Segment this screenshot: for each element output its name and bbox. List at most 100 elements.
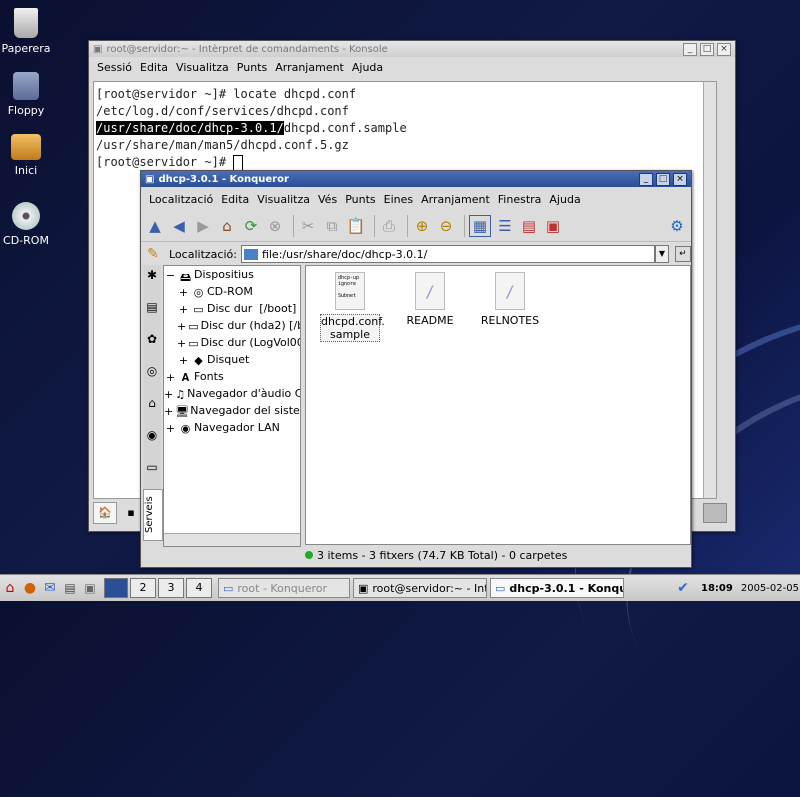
split-view-icon[interactable]: ▤: [519, 216, 539, 236]
desktop-icon-cdrom[interactable]: CD-ROM: [0, 202, 52, 247]
file-item[interactable]: / README: [400, 272, 460, 327]
maximize-icon[interactable]: □: [700, 42, 714, 56]
tree-node-disquet[interactable]: + ◆ Disquet: [164, 351, 300, 368]
close-icon[interactable]: ×: [717, 42, 731, 56]
tree-expand-icon[interactable]: +: [164, 388, 173, 401]
location-input[interactable]: file:/usr/share/doc/dhcp-3.0.1/: [240, 245, 655, 263]
network-tab-icon[interactable]: ◉: [143, 425, 161, 445]
menu-item[interactable]: Vés: [318, 193, 337, 206]
menu-item[interactable]: Arranjament: [275, 61, 344, 74]
pager-desktop[interactable]: 2: [130, 578, 156, 598]
tree-expand-icon[interactable]: +: [177, 337, 186, 350]
writer-launcher-icon[interactable]: ▤: [60, 581, 80, 595]
paste-icon[interactable]: 📋: [346, 216, 366, 236]
tree-node-cdrom[interactable]: + ◎ CD-ROM: [164, 283, 300, 300]
zoom-in-icon[interactable]: ⊕: [412, 216, 432, 236]
tree-node-disc-hda2[interactable]: +▭Disc dur (hda2) [/boot: [164, 317, 300, 334]
detail-view-icon[interactable]: ☰: [495, 216, 515, 236]
tree-node-disc-boot[interactable]: + ▭ Disc dur [/boot]: [164, 300, 300, 317]
menu-item[interactable]: Ajuda: [549, 193, 580, 206]
copy-icon[interactable]: ⧉: [322, 216, 342, 236]
kde-gear-icon[interactable]: ⚙: [667, 216, 687, 236]
menu-item[interactable]: Eines: [384, 193, 413, 206]
terminal-scrollbar[interactable]: [703, 82, 716, 498]
home-icon[interactable]: ⌂: [217, 216, 237, 236]
konsole-titlebar[interactable]: ▣ root@servidor:~ - Intèrpret de comanda…: [89, 41, 735, 57]
pager-desktop-1[interactable]: [104, 578, 128, 598]
tree-hscrollbar[interactable]: [164, 533, 300, 546]
desktop-icon-floppy[interactable]: Floppy: [0, 72, 52, 117]
tree-node-system[interactable]: +🖥Navegador del sistema d: [164, 402, 300, 419]
konsole-keyboard-icon[interactable]: [703, 503, 727, 523]
home-tab-icon[interactable]: ⌂: [143, 393, 161, 413]
tree-expand-icon[interactable]: +: [164, 422, 177, 435]
session-tab-icon[interactable]: ▪: [121, 504, 141, 522]
menu-item[interactable]: Localització: [149, 193, 213, 206]
sidebar-tab-services[interactable]: Serveis: [143, 489, 163, 541]
tree-collapse-icon[interactable]: −: [164, 269, 177, 282]
services-tab-icon[interactable]: ✿: [143, 329, 161, 349]
window-menu-icon[interactable]: ▣: [93, 44, 102, 55]
cut-icon[interactable]: ✂: [298, 216, 318, 236]
menu-item[interactable]: Punts: [237, 61, 267, 74]
menu-item[interactable]: Sessió: [97, 61, 132, 74]
tree-node-dispositius[interactable]: − 🖴 Dispositius: [164, 266, 300, 284]
media-tab-icon[interactable]: ◎: [143, 361, 161, 381]
tree-expand-icon[interactable]: +: [177, 354, 190, 367]
menu-item[interactable]: Edita: [221, 193, 249, 206]
tree-expand-icon[interactable]: +: [164, 405, 173, 418]
tree-expand-icon[interactable]: +: [177, 320, 186, 333]
zoom-out-icon[interactable]: ⊖: [436, 216, 456, 236]
system-tray-icon[interactable]: ✔: [671, 580, 695, 596]
terminal-panel-icon[interactable]: ▣: [543, 216, 563, 236]
menu-item[interactable]: Edita: [140, 61, 168, 74]
tree-node-lan[interactable]: + ◉ Navegador LAN: [164, 419, 300, 436]
menu-item[interactable]: Punts: [345, 193, 375, 206]
up-icon[interactable]: ▲: [145, 216, 165, 236]
taskbar-task[interactable]: ▭ root - Konqueror: [218, 578, 350, 598]
icon-view-icon[interactable]: ▦: [469, 215, 491, 237]
minimize-icon[interactable]: _: [683, 42, 697, 56]
menu-item[interactable]: Visualitza: [257, 193, 310, 206]
window-menu-icon[interactable]: ▣: [145, 174, 154, 185]
new-session-icon[interactable]: 🏠: [93, 502, 117, 524]
close-icon[interactable]: ×: [673, 172, 687, 186]
email-launcher-icon[interactable]: ✉: [40, 580, 60, 596]
tree-node-audio-cd[interactable]: + ♫ Navegador d'àudio CD: [164, 385, 300, 402]
menu-item[interactable]: Arranjament: [421, 193, 490, 206]
tree-expand-icon[interactable]: +: [164, 371, 177, 384]
menu-item[interactable]: Ajuda: [352, 61, 383, 74]
clock-date[interactable]: 2005-02-05: [741, 583, 799, 594]
file-item[interactable]: dhcp-up ignore Subnet dhcpd.conf. sample: [320, 272, 385, 342]
tree-node-fonts[interactable]: + 𝐀 Fonts: [164, 368, 300, 385]
menu-item[interactable]: Visualitza: [176, 61, 229, 74]
file-item[interactable]: / RELNOTES: [480, 272, 540, 327]
kmenu-icon[interactable]: ⌂: [0, 580, 20, 596]
print-icon[interactable]: ⎙: [379, 216, 399, 236]
reload-icon[interactable]: ⟳: [241, 216, 261, 236]
tree-expand-icon[interactable]: +: [177, 286, 190, 299]
menu-item[interactable]: Finestra: [498, 193, 542, 206]
stop-icon[interactable]: ⊗: [265, 216, 285, 236]
pager-desktop[interactable]: 4: [186, 578, 212, 598]
go-icon[interactable]: ↵: [674, 246, 691, 262]
location-dropdown-icon[interactable]: ▼: [654, 245, 669, 263]
desktop-icon-home[interactable]: Inici: [0, 134, 52, 177]
back-icon[interactable]: ◀: [169, 216, 189, 236]
folders-tab-icon[interactable]: ▭: [143, 457, 161, 477]
minimize-icon[interactable]: _: [639, 172, 653, 186]
tree-node-disc-logvol[interactable]: +▭Disc dur (LogVol00) [/: [164, 334, 300, 351]
forward-icon[interactable]: ▶: [193, 216, 213, 236]
tree-expand-icon[interactable]: +: [177, 303, 190, 316]
history-tab-icon[interactable]: ▤: [143, 297, 161, 317]
firefox-launcher-icon[interactable]: ●: [20, 580, 40, 596]
bookmarks-tab-icon[interactable]: ✱: [143, 265, 161, 285]
desktop-icon-trash[interactable]: Paperera: [0, 8, 52, 55]
taskbar-task-active[interactable]: ▭ dhcp-3.0.1 - Konqueror: [490, 578, 624, 598]
file-view[interactable]: dhcp-up ignore Subnet dhcpd.conf. sample…: [305, 265, 691, 545]
clear-location-icon[interactable]: ✎: [147, 246, 165, 262]
maximize-icon[interactable]: □: [656, 172, 670, 186]
konqueror-titlebar[interactable]: ▣ dhcp-3.0.1 - Konqueror _ □ ×: [141, 171, 691, 187]
clock-time[interactable]: 18:09: [701, 583, 733, 594]
terminal-launcher-icon[interactable]: ▣: [80, 581, 100, 595]
